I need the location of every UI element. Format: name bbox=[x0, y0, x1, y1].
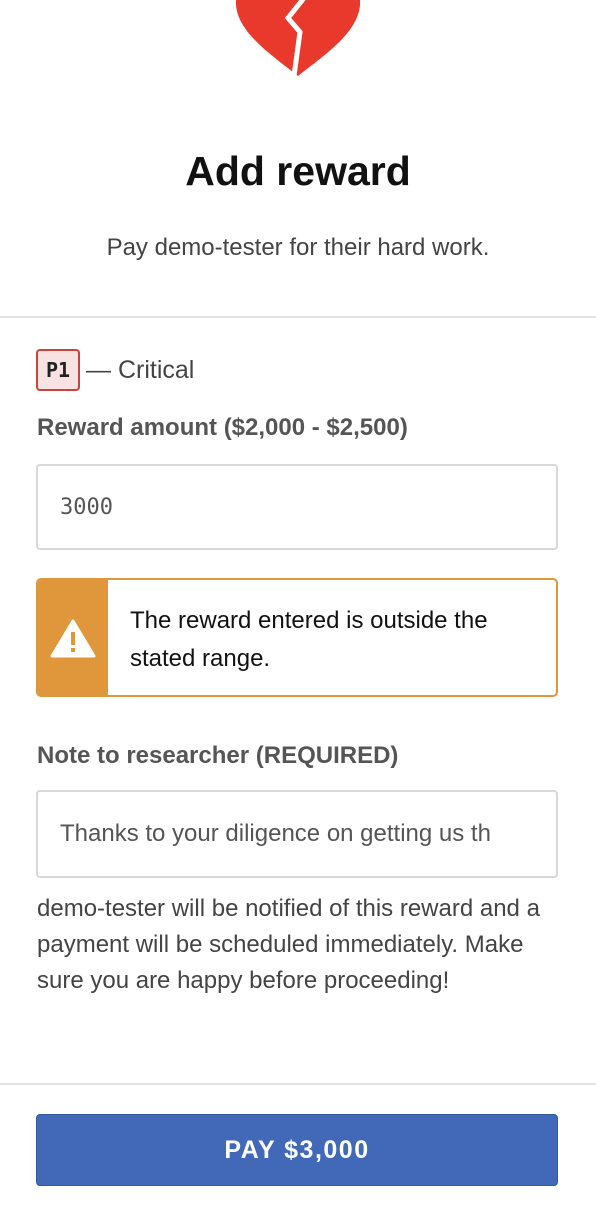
broken-heart-icon bbox=[235, 0, 361, 77]
header-divider bbox=[0, 316, 596, 318]
range-warning-alert: The reward entered is outside the stated… bbox=[36, 578, 558, 697]
reward-amount-value: 3000 bbox=[60, 494, 113, 520]
severity-label: — Critical bbox=[86, 355, 195, 384]
warning-icon-bar bbox=[38, 580, 108, 695]
severity-indicator: P1 — Critical bbox=[36, 349, 194, 391]
severity-badge: P1 bbox=[36, 349, 80, 391]
page-title: Add reward bbox=[185, 148, 411, 194]
page-subtitle: Pay demo-tester for their hard work. bbox=[106, 234, 490, 261]
note-value: Thanks to your diligence on getting us t… bbox=[60, 820, 491, 847]
warning-message: The reward entered is outside the stated… bbox=[130, 607, 488, 672]
pay-button[interactable]: PAY $3,000 bbox=[36, 1114, 558, 1186]
notification-help-text: demo-tester will be notified of this rew… bbox=[37, 895, 540, 994]
footer-divider bbox=[0, 1083, 596, 1085]
reward-amount-input[interactable]: 3000 bbox=[36, 464, 558, 550]
warning-triangle-icon bbox=[50, 619, 96, 657]
reward-amount-label: Reward amount ($2,000 - $2,500) bbox=[37, 414, 408, 441]
note-label: Note to researcher (REQUIRED) bbox=[37, 742, 399, 769]
note-input[interactable]: Thanks to your diligence on getting us t… bbox=[36, 790, 558, 878]
